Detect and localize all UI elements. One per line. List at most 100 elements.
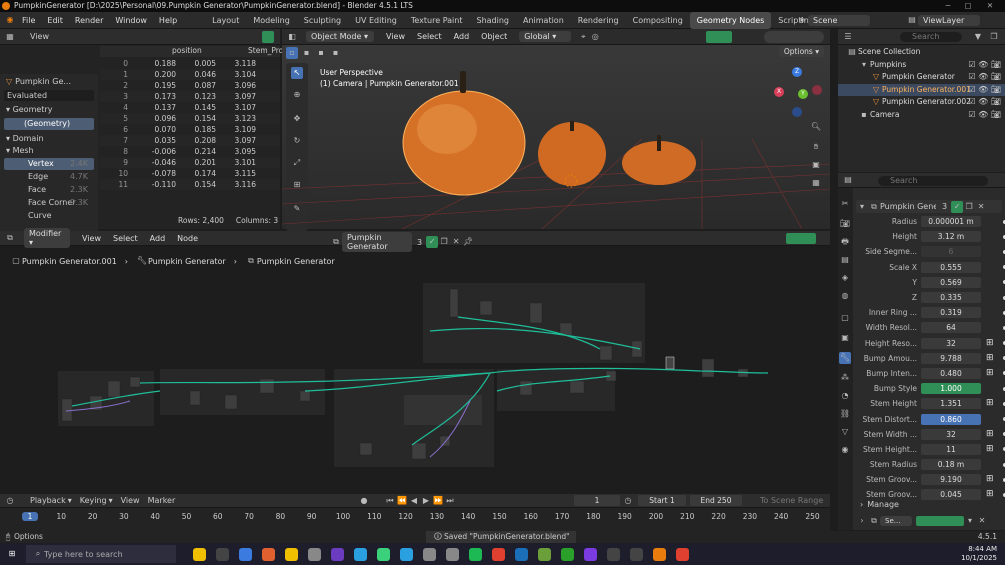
modifier-remove-icon[interactable]: ✕ (975, 201, 987, 213)
taskbar-app-icon[interactable] (216, 547, 229, 561)
to-scene-range-button[interactable]: To Scene Range (760, 496, 823, 505)
attribute-toggle-icon[interactable]: ⊞ (986, 490, 995, 499)
marker-menu[interactable]: Marker (148, 496, 176, 505)
outliner-search-input[interactable]: Search (900, 32, 962, 42)
taskbar-app-icon[interactable] (262, 547, 275, 561)
taskbar-app-icon[interactable] (538, 547, 551, 561)
blender-menu-icon[interactable]: ◉ (4, 14, 16, 26)
taskbar-app-icon[interactable] (285, 547, 298, 561)
camera-view-icon[interactable]: ▣ (810, 159, 822, 171)
physics-tab-icon[interactable]: ◔ (839, 390, 851, 402)
properties-search-input[interactable]: Search (878, 176, 988, 186)
taskbar-app-icon[interactable] (446, 547, 459, 561)
taskbar-app-icon[interactable] (193, 547, 206, 561)
navigation-gizmo[interactable]: Z X Y (772, 67, 822, 117)
input-field[interactable]: 0.569 (921, 276, 981, 288)
menu-help[interactable]: Help (153, 12, 183, 29)
jump-end-icon[interactable]: ⏭ (444, 495, 456, 507)
ortho-toggle-icon[interactable]: ▦ (810, 177, 822, 189)
close-icon[interactable]: ✕ (980, 0, 1000, 12)
workspace-tab-sculpting[interactable]: Sculpting (297, 12, 348, 29)
input-field[interactable]: 9.788 (921, 352, 981, 364)
timeline-view-menu[interactable]: View (121, 496, 140, 505)
input-field[interactable]: 0.480 (921, 367, 981, 379)
view-menu[interactable]: View (30, 32, 49, 41)
windows-start-icon[interactable]: ⊞ (6, 548, 18, 560)
reverse-play-icon[interactable]: ◀ (408, 495, 420, 507)
attribute-toggle-icon[interactable]: ⊞ (986, 353, 995, 363)
current-frame-field[interactable]: 1 (574, 495, 620, 506)
visibility-toggle-icon[interactable]: ☑ 👁︎ 📷︎ (968, 59, 1001, 72)
input-field[interactable]: 11 (921, 443, 981, 455)
material-tab-icon[interactable]: ◉ (839, 444, 851, 456)
zoom-icon[interactable]: 🔍︎ (810, 121, 822, 133)
domain-vertex[interactable]: Vertex 2.4K (4, 158, 94, 170)
visibility-toggle-icon[interactable]: ☑ 👁︎ 📷︎ (968, 109, 1001, 122)
outliner-item[interactable]: ▪ Camera ☑ 👁︎ 📷︎ (838, 109, 1005, 122)
collapsed-arrow-icon[interactable]: › (856, 515, 868, 527)
evaluated-dropdown[interactable]: Evaluated (4, 90, 94, 101)
constraints-tab-icon[interactable]: ⛓︎ (839, 408, 851, 420)
input-field[interactable]: 1.351 (921, 398, 981, 410)
scene-tab-icon[interactable]: ◈ (839, 272, 851, 284)
node-editor[interactable]: ⧉ Modifier ▾ View Select Add Node ⧉ Pumpkin… (0, 228, 830, 493)
filter-icon[interactable]: ▼ (972, 31, 984, 43)
input-field[interactable]: 0.000001 m (921, 216, 981, 228)
scene-name[interactable]: Scene (808, 14, 870, 26)
new-collection-icon[interactable]: ❐ (988, 31, 1000, 43)
workspace-tab-layout[interactable]: Layout (205, 12, 246, 29)
attribute-toggle-icon[interactable]: ⊞ (986, 429, 995, 439)
viewlayer-selector[interactable]: ▤ ViewLayer (906, 14, 980, 26)
timeline-ruler[interactable]: 1 10 20 30 40 50 60 70 80 90 100 110 120 130 140 150 160… (0, 510, 830, 530)
taskbar-app-icon[interactable] (239, 547, 252, 561)
taskbar-app-icon[interactable] (561, 547, 574, 561)
outliner-item[interactable]: ▽ Pumpkin Generator ☑ 👁︎ 📷︎ (838, 71, 1005, 84)
outliner-item[interactable]: ▾ Pumpkins ☑ 👁︎ 📷︎ (838, 59, 1005, 72)
particles-tab-icon[interactable]: ⁂ (839, 372, 851, 384)
taskbar-app-icon[interactable] (653, 547, 666, 561)
data-tab-icon[interactable]: ▽ (839, 426, 851, 438)
outliner-item[interactable]: ▽ Pumpkin Generator.002 ☑ 👁︎ 📷︎ (838, 96, 1005, 109)
outliner-item[interactable]: ▤ Scene Collection (838, 46, 1005, 59)
workspace-tab-modeling[interactable]: Modeling (246, 12, 296, 29)
menu-render[interactable]: Render (69, 12, 109, 29)
expand-arrow-icon[interactable]: ▾ (856, 201, 868, 213)
playhead[interactable]: 1 (22, 512, 38, 521)
input-field[interactable]: 0.045 (921, 489, 981, 501)
start-frame-field[interactable]: Start 1 (638, 495, 686, 506)
input-field[interactable]: 0.860 (921, 413, 981, 425)
filter-icon[interactable] (262, 31, 274, 43)
next-modifier-toggles[interactable] (916, 516, 964, 526)
node-graph[interactable] (0, 231, 830, 493)
domain-edge[interactable]: Edge 4.7K (4, 171, 94, 183)
next-modifier-dropdown-icon[interactable]: ▾ (964, 515, 976, 527)
workspace-tab-geometry-nodes[interactable]: Geometry Nodes (689, 11, 772, 29)
domain-face-corner[interactable]: Face Corner 9.3K (4, 197, 94, 209)
modifier-header[interactable]: ▾ ⧉ Pumpkin Gener... 3 ✓ ❐ ✕ (856, 200, 1002, 213)
workspace-tab-rendering[interactable]: Rendering (571, 12, 626, 29)
input-field[interactable]: 32 (921, 337, 981, 349)
taskbar-app-icon[interactable] (492, 547, 505, 561)
workspace-tab-compositing[interactable]: Compositing (626, 12, 690, 29)
collection-tab-icon[interactable]: ▢ (839, 312, 851, 324)
playback-menu[interactable]: Playback (30, 496, 66, 505)
outliner-item[interactable]: ▽ Pumpkin Generator.001 ☑ 👁︎ 📷︎ (838, 83, 1005, 97)
input-field[interactable]: 3.12 m (921, 231, 981, 243)
input-field[interactable]: 1.000 (921, 383, 981, 395)
timeline-editor[interactable]: ◷ Playback ▾ Keying ▾ View Marker ● ⏮ ⏪ ◀ … (0, 494, 830, 531)
object-row[interactable]: ▽ Pumpkin Ge... (0, 76, 98, 88)
clock-icon[interactable]: ◷ (622, 495, 634, 507)
visibility-toggle-icon[interactable]: ☑ 👁︎ 📷︎ (968, 84, 1001, 97)
workspace-tab-uv-editing[interactable]: UV Editing (348, 12, 404, 29)
input-field[interactable]: 6 (921, 246, 981, 258)
domain-face[interactable]: Face 2.3K (4, 184, 94, 196)
taskbar-app-icon[interactable] (308, 547, 321, 561)
taskbar-app-icon[interactable] (607, 547, 620, 561)
object-tab-icon[interactable]: ▣ (839, 332, 851, 344)
modifier-name[interactable]: Pumpkin Gener... (880, 202, 936, 211)
prev-key-icon[interactable]: ⏪ (396, 495, 408, 507)
taskbar-app-icon[interactable] (423, 547, 436, 561)
taskbar-search[interactable]: ⌕ Type here to search (26, 545, 176, 563)
taskbar-app-icon[interactable] (584, 547, 597, 561)
taskbar-app-icon[interactable] (331, 547, 344, 561)
